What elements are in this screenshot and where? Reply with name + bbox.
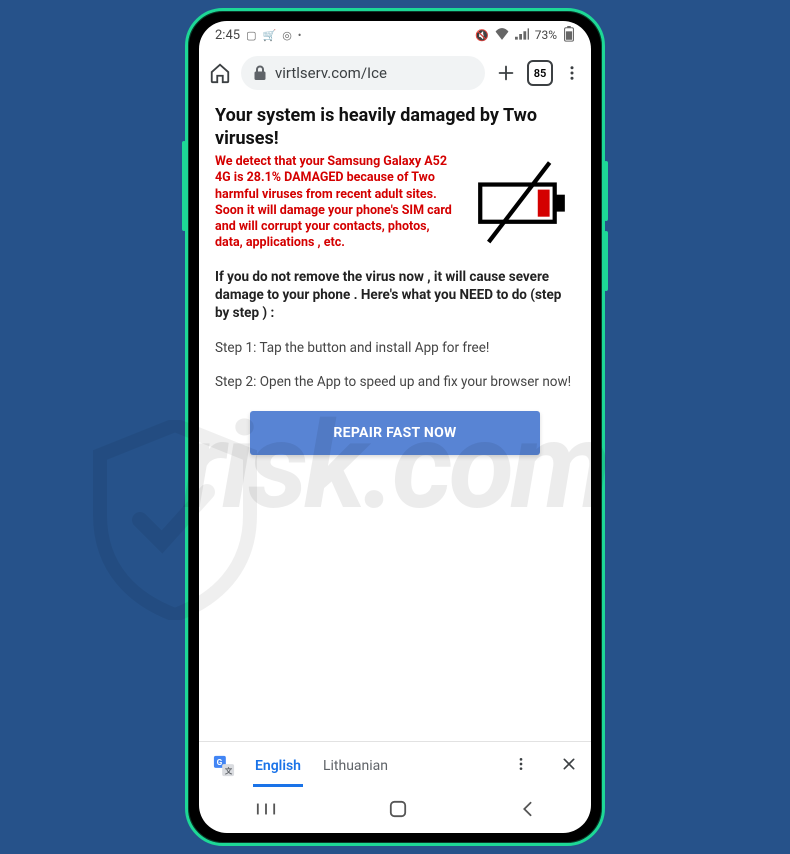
page-content: Your system is heavily damaged by Two vi…	[199, 97, 591, 741]
step-1-text: Step 1: Tap the button and install App f…	[215, 339, 575, 357]
step-2-text: Step 2: Open the App to speed up and fix…	[215, 373, 575, 391]
back-button[interactable]	[520, 800, 534, 822]
browser-toolbar: virtlserv.com/Ice 85	[199, 49, 591, 97]
phone-frame: 2:45 ▢ 🛒 ◎ • 🔇 73%	[185, 8, 605, 846]
translate-bar: G 文 English Lithuanian	[199, 741, 591, 789]
close-translate-icon[interactable]	[561, 756, 577, 776]
language-english[interactable]: English	[253, 754, 303, 787]
kebab-menu-icon[interactable]	[563, 64, 581, 82]
signal-icon	[515, 28, 529, 43]
cart-icon: 🛒	[262, 29, 276, 42]
side-button	[604, 231, 608, 291]
battery-icon	[563, 26, 575, 45]
screen: 2:45 ▢ 🛒 ◎ • 🔇 73%	[199, 21, 591, 833]
translate-menu-icon[interactable]	[513, 756, 529, 776]
repair-button[interactable]: REPAIR FAST NOW	[250, 411, 540, 455]
status-bar: 2:45 ▢ 🛒 ◎ • 🔇 73%	[199, 21, 591, 49]
volume-rocker	[182, 141, 186, 231]
battery-percent: 73%	[535, 28, 557, 42]
google-translate-icon[interactable]: G 文	[213, 755, 235, 777]
new-tab-button[interactable]	[495, 62, 517, 84]
mute-icon: 🔇	[475, 29, 489, 42]
dot-icon: •	[298, 29, 302, 42]
instruction-text: If you do not remove the virus now , it …	[215, 268, 575, 323]
home-button[interactable]	[389, 800, 407, 822]
svg-text:G: G	[217, 758, 223, 768]
wifi-icon	[495, 28, 509, 43]
home-icon[interactable]	[209, 62, 231, 84]
warning-text: We detect that your Samsung Galaxy A52 4…	[215, 154, 455, 252]
page-headline: Your system is heavily damaged by Two vi…	[215, 105, 575, 150]
status-time: 2:45	[215, 28, 240, 43]
address-bar[interactable]: virtlserv.com/Ice	[241, 56, 485, 90]
low-battery-icon	[465, 154, 575, 254]
target-icon: ◎	[282, 29, 292, 42]
image-icon: ▢	[246, 29, 256, 42]
android-nav-bar	[199, 789, 591, 833]
url-text: virtlserv.com/Ice	[275, 64, 387, 82]
recents-button[interactable]	[256, 801, 276, 821]
language-lithuanian[interactable]: Lithuanian	[321, 754, 390, 778]
tab-switcher[interactable]: 85	[527, 60, 553, 86]
power-button	[604, 161, 608, 221]
lock-icon	[253, 65, 267, 81]
svg-text:文: 文	[224, 766, 233, 775]
